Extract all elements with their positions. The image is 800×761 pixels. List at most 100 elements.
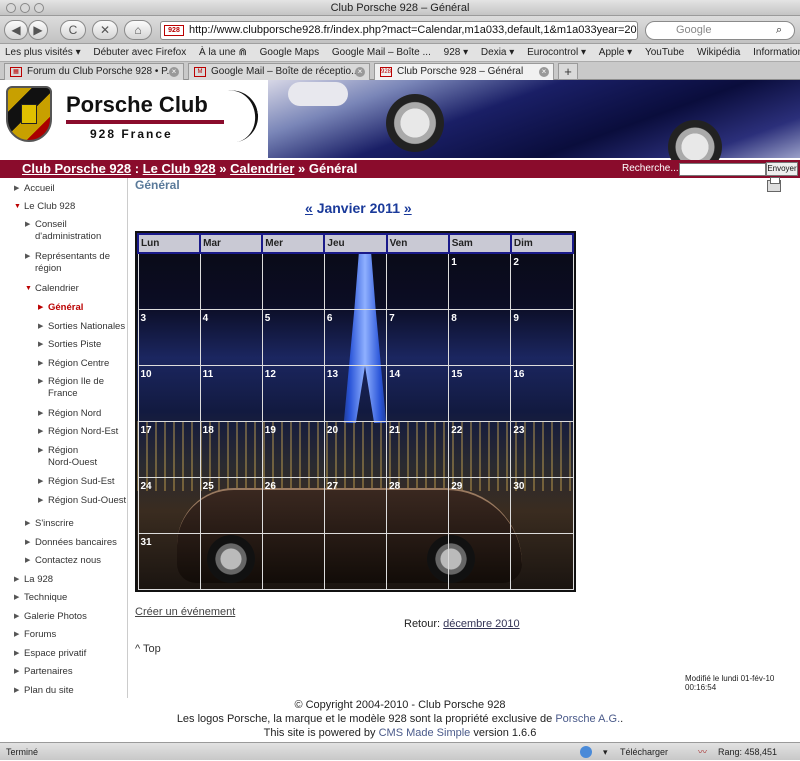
sidebar-item-contact[interactable]: ▶ Contactez nous bbox=[25, 555, 101, 567]
breadcrumb-link[interactable]: Club Porsche 928 bbox=[22, 161, 131, 176]
bookmark-item[interactable]: Eurocontrol ▾ bbox=[522, 44, 591, 61]
calendar-day[interactable]: 18 bbox=[199, 420, 263, 478]
cms-link[interactable]: CMS Made Simple bbox=[379, 727, 471, 739]
dropdown-arrow-icon[interactable]: ▾ bbox=[603, 743, 608, 761]
calendar-day[interactable]: 17 bbox=[137, 420, 201, 478]
new-tab-button[interactable]: + bbox=[558, 63, 578, 80]
close-tab-icon[interactable]: × bbox=[355, 67, 365, 77]
bookmark-item[interactable]: YouTube bbox=[640, 44, 689, 61]
calendar-day[interactable]: 3 bbox=[137, 308, 201, 366]
calendar-day[interactable]: 13 bbox=[323, 364, 388, 422]
download-link[interactable]: Télécharger bbox=[620, 743, 668, 761]
top-link[interactable]: ^ Top bbox=[135, 643, 161, 655]
calendar-day[interactable]: 4 bbox=[199, 308, 263, 366]
sidebar-item-representants[interactable]: ▶ Représentants de région bbox=[25, 251, 110, 275]
minimize-window-button[interactable] bbox=[20, 3, 30, 13]
calendar-day[interactable]: 24 bbox=[137, 476, 201, 534]
sidebar-item-general[interactable]: ▶ Général bbox=[38, 302, 83, 314]
calendar-day[interactable]: 27 bbox=[323, 476, 388, 534]
calendar-day[interactable]: 16 bbox=[510, 364, 574, 422]
bookmark-item[interactable]: Wikipédia bbox=[692, 44, 745, 61]
search-input[interactable]: Google bbox=[645, 21, 795, 40]
calendar-day[interactable]: 12 bbox=[261, 364, 325, 422]
sidebar-item-region-nord-est[interactable]: ▶ Région Nord-Est bbox=[38, 426, 118, 438]
sidebar-item-region-sud-ouest[interactable]: ▶ Région Sud-Ouest bbox=[38, 495, 126, 507]
close-tab-icon[interactable]: × bbox=[539, 67, 549, 77]
sidebar-item-calendrier[interactable]: ▼ Calendrier bbox=[25, 283, 79, 295]
calendar-day[interactable]: 29 bbox=[448, 476, 512, 534]
address-bar[interactable]: 928 http://www.clubporsche928.fr/index.p… bbox=[160, 21, 638, 40]
bookmark-item[interactable]: 928 ▾ bbox=[439, 44, 473, 61]
breadcrumb-link[interactable]: Le Club 928 bbox=[143, 161, 216, 176]
sidebar-item-galerie[interactable]: ▶ Galerie Photos bbox=[14, 611, 87, 623]
bookmark-item[interactable]: Les plus visités ▾ bbox=[0, 44, 86, 61]
sidebar-item-sorties-piste[interactable]: ▶ Sorties Piste bbox=[38, 339, 101, 351]
sidebar-item-conseil[interactable]: ▶ Conseil d'administration bbox=[25, 219, 101, 243]
calendar-day[interactable]: 9 bbox=[510, 308, 574, 366]
sidebar-item-region-nord-ouest[interactable]: ▶ Région Nord-Ouest bbox=[38, 445, 97, 469]
sidebar-item-region-centre[interactable]: ▶ Région Centre bbox=[38, 358, 109, 370]
stop-button[interactable]: ✕ bbox=[92, 20, 118, 40]
breadcrumb-link[interactable]: Calendrier bbox=[230, 161, 294, 176]
tab-club-porsche[interactable]: 928 Club Porsche 928 – Général × bbox=[374, 63, 554, 80]
calendar-day[interactable]: 14 bbox=[386, 364, 450, 422]
porsche-ag-link[interactable]: Porsche A.G. bbox=[555, 713, 620, 725]
bookmark-item[interactable]: Informations ▾ bbox=[748, 44, 800, 61]
home-button[interactable]: ⌂ bbox=[124, 20, 152, 40]
sidebar-item-inscrire[interactable]: ▶ S'inscrire bbox=[25, 518, 74, 530]
calendar-day[interactable]: 26 bbox=[261, 476, 325, 534]
sidebar-item-accueil[interactable]: ▶ Accueil bbox=[14, 183, 55, 195]
bookmark-item[interactable]: Apple ▾ bbox=[594, 44, 637, 61]
sidebar-item-la928[interactable]: ▶ La 928 bbox=[14, 574, 53, 586]
calendar-day[interactable]: 11 bbox=[199, 364, 263, 422]
create-event-link[interactable]: Créer un événement bbox=[135, 606, 235, 618]
close-tab-icon[interactable]: × bbox=[169, 67, 179, 77]
calendar-day[interactable]: 22 bbox=[448, 420, 512, 478]
calendar-day[interactable]: 23 bbox=[510, 420, 574, 478]
calendar-day[interactable]: 7 bbox=[386, 308, 450, 366]
return-link[interactable]: décembre 2010 bbox=[443, 618, 519, 630]
bookmark-item[interactable]: Dexia ▾ bbox=[476, 44, 519, 61]
calendar-day[interactable]: 19 bbox=[261, 420, 325, 478]
bookmark-item[interactable]: Google Mail – Boîte ... bbox=[327, 44, 436, 61]
calendar-day[interactable]: 25 bbox=[199, 476, 263, 534]
calendar-day[interactable]: 31 bbox=[137, 532, 201, 591]
calendar-day[interactable]: 28 bbox=[386, 476, 450, 534]
calendar-day[interactable]: 6 bbox=[323, 308, 388, 366]
bookmark-item[interactable]: À la une ⋒ bbox=[194, 44, 252, 61]
close-window-button[interactable] bbox=[6, 3, 16, 13]
bookmark-item[interactable]: Débuter avec Firefox bbox=[88, 44, 191, 61]
sidebar-item-region-idf[interactable]: ▶ Région Ile de France bbox=[38, 376, 104, 400]
sidebar-item-partenaires[interactable]: ▶ Partenaires bbox=[14, 666, 73, 678]
next-month-link[interactable]: » bbox=[404, 200, 412, 216]
sidebar-item-plan[interactable]: ▶ Plan du site bbox=[14, 685, 74, 697]
calendar-day[interactable]: 30 bbox=[510, 476, 574, 534]
sidebar-item-donnees[interactable]: ▶ Données bancaires bbox=[25, 537, 117, 549]
printer-icon[interactable] bbox=[767, 177, 781, 192]
calendar-day[interactable]: 20 bbox=[323, 420, 388, 478]
sidebar-item-region-sud-est[interactable]: ▶ Région Sud-Est bbox=[38, 476, 115, 488]
calendar-day[interactable]: 21 bbox=[386, 420, 450, 478]
site-search-input[interactable] bbox=[679, 163, 766, 176]
sidebar-item-forums[interactable]: ▶ Forums bbox=[14, 629, 56, 641]
sidebar-item-club[interactable]: ▼ Le Club 928 bbox=[14, 201, 75, 213]
bookmark-item[interactable]: Google Maps bbox=[255, 44, 324, 61]
tab-gmail[interactable]: M Google Mail – Boîte de réceptio... × bbox=[188, 63, 370, 80]
globe-icon[interactable] bbox=[580, 746, 592, 758]
tab-forum[interactable]: ▦ Forum du Club Porsche 928 • P... × bbox=[4, 63, 184, 80]
calendar-day[interactable]: 1 bbox=[448, 252, 512, 310]
zoom-window-button[interactable] bbox=[34, 3, 44, 13]
calendar-day[interactable]: 15 bbox=[448, 364, 512, 422]
sidebar-item-technique[interactable]: ▶ Technique bbox=[14, 592, 67, 604]
site-search-button[interactable]: Envoyer bbox=[766, 162, 798, 176]
sidebar-item-region-nord[interactable]: ▶ Région Nord bbox=[38, 408, 101, 420]
magnifier-icon[interactable]: ⌕ bbox=[776, 24, 782, 37]
calendar-day[interactable]: 5 bbox=[261, 308, 325, 366]
prev-month-link[interactable]: « bbox=[305, 200, 313, 216]
calendar-day[interactable]: 10 bbox=[137, 364, 201, 422]
back-button[interactable]: ◀ bbox=[4, 20, 28, 40]
sidebar-item-sorties-nationales[interactable]: ▶ Sorties Nationales bbox=[38, 321, 125, 333]
forward-button[interactable]: ▶ bbox=[28, 20, 48, 40]
sidebar-item-espace[interactable]: ▶ Espace privatif bbox=[14, 648, 86, 660]
calendar-day[interactable]: 2 bbox=[510, 252, 574, 310]
